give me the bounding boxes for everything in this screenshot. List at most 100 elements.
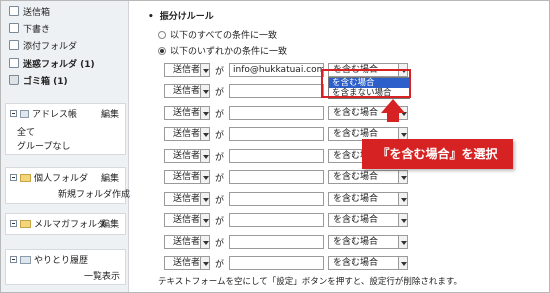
condition-select-value: を含む場合 bbox=[333, 258, 379, 268]
match-any-option[interactable]: 以下のいずれかの条件に一致 bbox=[158, 44, 287, 57]
address-book-icon bbox=[20, 109, 29, 118]
condition-select[interactable]: を含む場合 bbox=[328, 170, 408, 184]
keyword-input[interactable] bbox=[229, 235, 324, 249]
field-select-arrow-icon[interactable] bbox=[200, 213, 210, 227]
field-select-arrow-icon[interactable] bbox=[200, 192, 210, 206]
field-select-value: 送信者 bbox=[173, 151, 201, 161]
history-header[interactable]: やりとり履歴 bbox=[10, 253, 88, 266]
address-book-title: アドレス帳 bbox=[32, 110, 78, 120]
condition-select[interactable]: を含む場合 bbox=[328, 213, 408, 227]
condition-select[interactable]: を含む場合 bbox=[328, 192, 408, 206]
condition-select-value: を含む場合 bbox=[333, 129, 379, 139]
condition-select-arrow-icon[interactable] bbox=[398, 256, 408, 270]
outbox-icon bbox=[9, 6, 19, 16]
personal-folder-header[interactable]: 個人フォルダ bbox=[10, 171, 88, 184]
callout-arrow-stem bbox=[387, 112, 399, 122]
keyword-input[interactable] bbox=[229, 127, 324, 141]
ga-label: が bbox=[215, 260, 225, 270]
folder-label: 迷惑フォルダ (1) bbox=[23, 59, 95, 70]
field-select-value: 送信者 bbox=[173, 215, 201, 225]
match-any-label: 以下のいずれかの条件に一致 bbox=[170, 47, 288, 57]
highlight-box bbox=[321, 69, 411, 98]
condition-select-value: を含む場合 bbox=[333, 237, 379, 247]
folder-spam[interactable]: 迷惑フォルダ (1) bbox=[9, 56, 95, 70]
condition-select-arrow-icon[interactable] bbox=[398, 235, 408, 249]
history-list-link[interactable]: 一覧表示 bbox=[84, 269, 120, 282]
condition-select-value: を含む場合 bbox=[333, 172, 379, 182]
personal-folder-edit-link[interactable]: 編集 bbox=[101, 171, 119, 184]
field-select-value: 送信者 bbox=[173, 65, 201, 75]
keyword-input[interactable] bbox=[229, 149, 324, 163]
field-select-arrow-icon[interactable] bbox=[200, 256, 210, 270]
condition-select-arrow-icon[interactable] bbox=[398, 170, 408, 184]
field-select-arrow-icon[interactable] bbox=[200, 106, 210, 120]
instruction-callout: 『を含む場合』を選択 bbox=[362, 139, 513, 169]
condition-select-value: を含む場合 bbox=[333, 194, 379, 204]
mail-settings-window: 送信箱 下書き 添付フォルダ 迷惑フォルダ (1) ゴミ箱 (1) アドレス帳 … bbox=[0, 0, 550, 293]
match-all-radio[interactable] bbox=[158, 30, 166, 39]
keyword-input[interactable] bbox=[229, 106, 324, 120]
match-any-radio[interactable] bbox=[158, 46, 166, 55]
filter-rule-row: 送信者 が を含む場合 bbox=[164, 235, 414, 251]
expand-icon[interactable] bbox=[10, 220, 17, 227]
ga-label: が bbox=[215, 196, 225, 206]
address-book-section: アドレス帳 編集 全て グループなし bbox=[5, 103, 126, 155]
field-select-value: 送信者 bbox=[173, 129, 201, 139]
keyword-input[interactable] bbox=[229, 213, 324, 227]
field-select-arrow-icon[interactable] bbox=[200, 149, 210, 163]
ga-label: が bbox=[215, 239, 225, 249]
keyword-input[interactable]: info@hukkatuai.com bbox=[229, 63, 324, 77]
magazine-folder-section: メルマガフォルダ 編集 bbox=[5, 213, 126, 235]
address-nogroup-link[interactable]: グループなし bbox=[17, 139, 70, 152]
folder-attachment[interactable]: 添付フォルダ bbox=[9, 38, 77, 52]
history-title: やりとり履歴 bbox=[34, 256, 89, 266]
address-book-edit-link[interactable]: 編集 bbox=[101, 107, 119, 120]
filter-rule-row: 送信者 が を含む場合 bbox=[164, 256, 414, 272]
filter-rule-row: 送信者 が を含む場合 bbox=[164, 170, 414, 186]
field-select-arrow-icon[interactable] bbox=[200, 63, 210, 77]
field-select-arrow-icon[interactable] bbox=[200, 170, 210, 184]
condition-select-arrow-icon[interactable] bbox=[398, 213, 408, 227]
folder-label: 送信箱 bbox=[23, 7, 51, 18]
filter-rule-row: 送信者 が を含む場合 bbox=[164, 213, 414, 229]
condition-select-value: を含む場合 bbox=[333, 108, 379, 118]
history-icon bbox=[20, 255, 31, 264]
condition-select-value: を含む場合 bbox=[333, 215, 379, 225]
field-select-arrow-icon[interactable] bbox=[200, 235, 210, 249]
condition-select[interactable]: を含む場合 bbox=[328, 256, 408, 270]
personal-folder-section: 個人フォルダ 編集 新規フォルダ作成 bbox=[5, 167, 130, 204]
ga-label: が bbox=[215, 110, 225, 120]
keyword-input[interactable] bbox=[229, 84, 324, 98]
field-select-arrow-icon[interactable] bbox=[200, 84, 210, 98]
expand-icon[interactable] bbox=[10, 256, 17, 263]
create-folder-link[interactable]: 新規フォルダ作成 bbox=[58, 187, 130, 200]
address-book-header[interactable]: アドレス帳 bbox=[10, 107, 77, 120]
match-all-option[interactable]: 以下のすべての条件に一致 bbox=[158, 28, 277, 41]
address-all-link[interactable]: 全て bbox=[17, 125, 35, 138]
sidebar: 送信箱 下書き 添付フォルダ 迷惑フォルダ (1) ゴミ箱 (1) アドレス帳 … bbox=[1, 1, 130, 292]
condition-select-arrow-icon[interactable] bbox=[398, 192, 408, 206]
folder-trash[interactable]: ゴミ箱 (1) bbox=[9, 73, 68, 87]
attachment-folder-icon bbox=[9, 40, 19, 50]
expand-icon[interactable] bbox=[10, 174, 17, 181]
folder-icon bbox=[20, 219, 31, 228]
delete-row-note: テキストフォームを空にして「設定」ボタンを押すと、設定行が削除されます。 bbox=[158, 277, 463, 287]
ga-label: が bbox=[215, 174, 225, 184]
folder-draft[interactable]: 下書き bbox=[9, 21, 50, 35]
folder-outbox[interactable]: 送信箱 bbox=[9, 4, 50, 18]
trash-icon bbox=[9, 75, 19, 85]
ga-label: が bbox=[215, 67, 225, 77]
match-all-label: 以下のすべての条件に一致 bbox=[170, 31, 278, 41]
keyword-input[interactable] bbox=[229, 256, 324, 270]
field-select-arrow-icon[interactable] bbox=[200, 127, 210, 141]
personal-folder-title: 個人フォルダ bbox=[34, 174, 89, 184]
keyword-input[interactable] bbox=[229, 170, 324, 184]
keyword-input[interactable] bbox=[229, 192, 324, 206]
magazine-folder-header[interactable]: メルマガフォルダ bbox=[10, 217, 106, 230]
expand-icon[interactable] bbox=[10, 110, 17, 117]
draft-icon bbox=[9, 23, 19, 33]
condition-select[interactable]: を含む場合 bbox=[328, 235, 408, 249]
filter-rule-heading: 振分けルール bbox=[148, 9, 214, 22]
magazine-folder-edit-link[interactable]: 編集 bbox=[101, 217, 119, 230]
field-select-value: 送信者 bbox=[173, 172, 201, 182]
